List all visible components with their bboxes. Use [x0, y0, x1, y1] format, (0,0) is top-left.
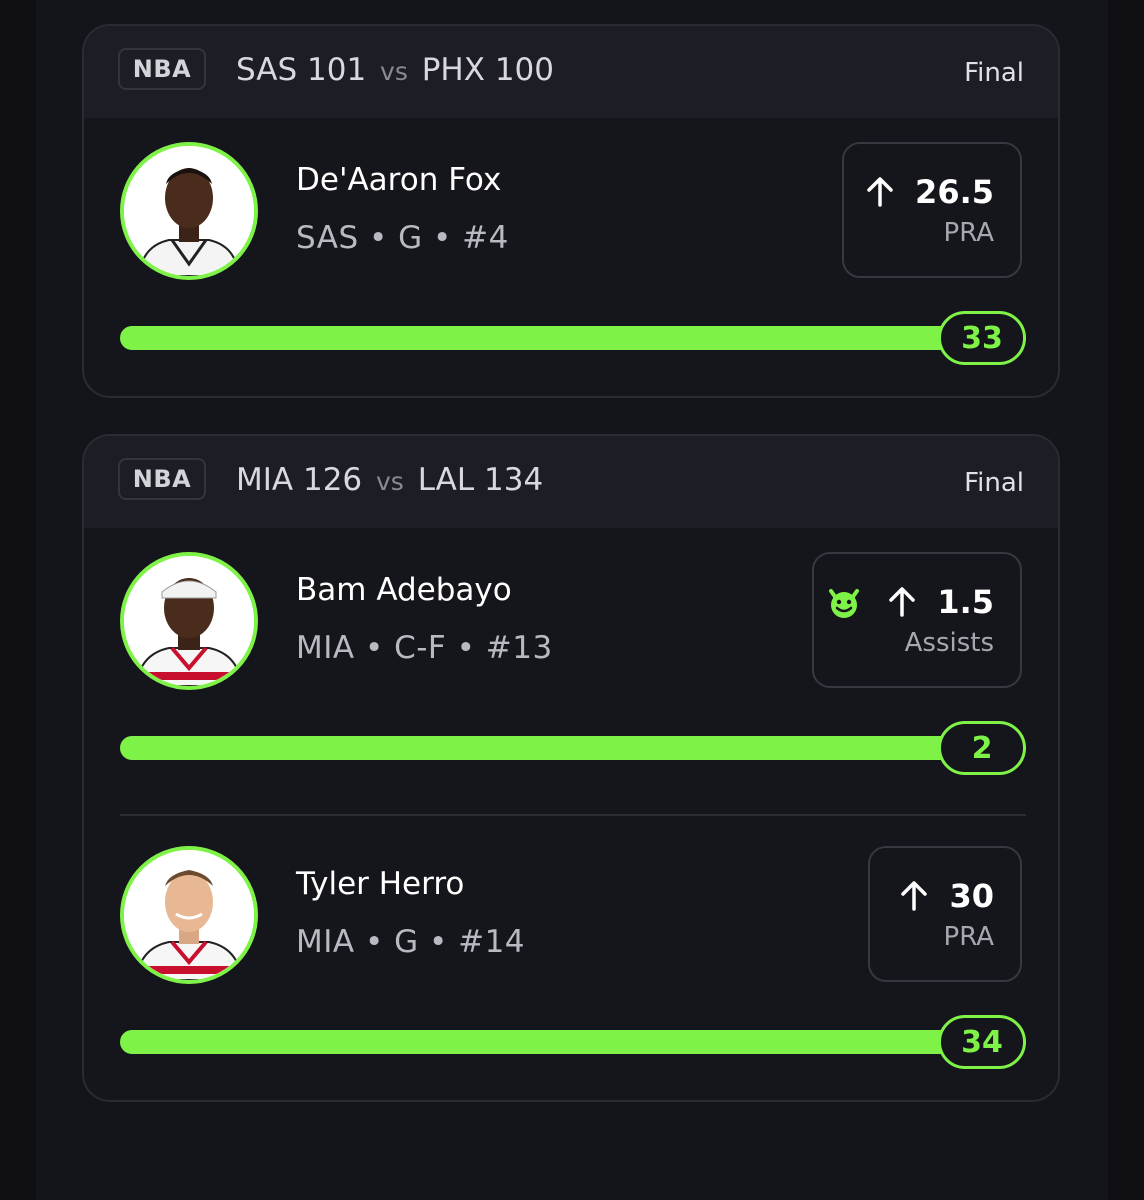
result-value: 33	[938, 311, 1026, 365]
away-score: 101	[307, 52, 367, 88]
away-score: 126	[302, 462, 363, 498]
game-status: Final	[964, 468, 1024, 498]
progress-fill	[120, 736, 1026, 760]
player-headshot-icon	[124, 556, 254, 686]
arrow-up-icon	[863, 175, 897, 209]
player-meta: MIA • G • #14	[296, 924, 526, 960]
pick-row[interactable]: Tyler Herro MIA • G • #14 30 PRA 34	[84, 822, 1058, 1069]
player-name: Tyler Herro	[296, 866, 465, 902]
pick-row[interactable]: De'Aaron Fox SAS • G • #4 26.5 PRA 33	[84, 118, 1058, 365]
matchup-score: MIA 126 vs LAL 134	[236, 462, 543, 498]
player-avatar	[120, 846, 258, 984]
league-badge: NBA	[118, 48, 206, 90]
away-team: SAS	[236, 52, 298, 88]
away-team: MIA	[236, 462, 294, 498]
line-value: 1.5	[937, 583, 994, 621]
matchup-score: SAS 101 vs PHX 100	[236, 52, 554, 88]
game-header: NBA MIA 126 vs LAL 134 Final	[84, 436, 1058, 528]
game-card[interactable]: NBA SAS 101 vs PHX 100 Final De'Aaron Fo…	[82, 24, 1060, 398]
stat-type: PRA	[943, 922, 994, 952]
home-team: PHX	[421, 52, 485, 88]
progress-fill	[120, 1030, 1026, 1054]
vs-label: vs	[376, 467, 404, 496]
player-name: De'Aaron Fox	[296, 162, 502, 198]
projection-box[interactable]: 26.5 PRA	[842, 142, 1022, 278]
vs-label: vs	[380, 57, 408, 86]
player-meta: MIA • C-F • #13	[296, 630, 553, 666]
progress-bar	[120, 1030, 1026, 1054]
home-team: LAL	[417, 462, 475, 498]
game-header: NBA SAS 101 vs PHX 100 Final	[84, 26, 1058, 118]
player-name: Bam Adebayo	[296, 572, 512, 608]
progress-bar	[120, 736, 1026, 760]
row-divider	[120, 814, 1026, 816]
projection-box[interactable]: 1.5 Assists	[812, 552, 1022, 688]
player-avatar	[120, 552, 258, 690]
game-card[interactable]: NBA MIA 126 vs LAL 134 Final Bam Adebayo…	[82, 434, 1060, 1102]
demon-icon	[825, 583, 863, 621]
line-value: 30	[949, 877, 994, 915]
player-avatar	[120, 142, 258, 280]
league-badge: NBA	[118, 458, 206, 500]
game-status: Final	[964, 58, 1024, 88]
pick-row[interactable]: Bam Adebayo MIA • C-F • #13 1.5 Assists …	[84, 528, 1058, 775]
line-value: 26.5	[915, 173, 994, 211]
progress-bar	[120, 326, 1026, 350]
progress-fill	[120, 326, 1026, 350]
home-score: 134	[484, 462, 544, 498]
player-headshot-icon	[124, 850, 254, 980]
player-headshot-icon	[124, 146, 254, 276]
stat-type: Assists	[904, 628, 994, 658]
player-meta: SAS • G • #4	[296, 220, 509, 256]
arrow-up-icon	[885, 585, 919, 619]
arrow-up-icon	[897, 879, 931, 913]
result-value: 34	[938, 1015, 1026, 1069]
stat-type: PRA	[943, 218, 994, 248]
result-value: 2	[938, 721, 1026, 775]
projection-box[interactable]: 30 PRA	[868, 846, 1022, 982]
home-score: 100	[494, 52, 554, 88]
